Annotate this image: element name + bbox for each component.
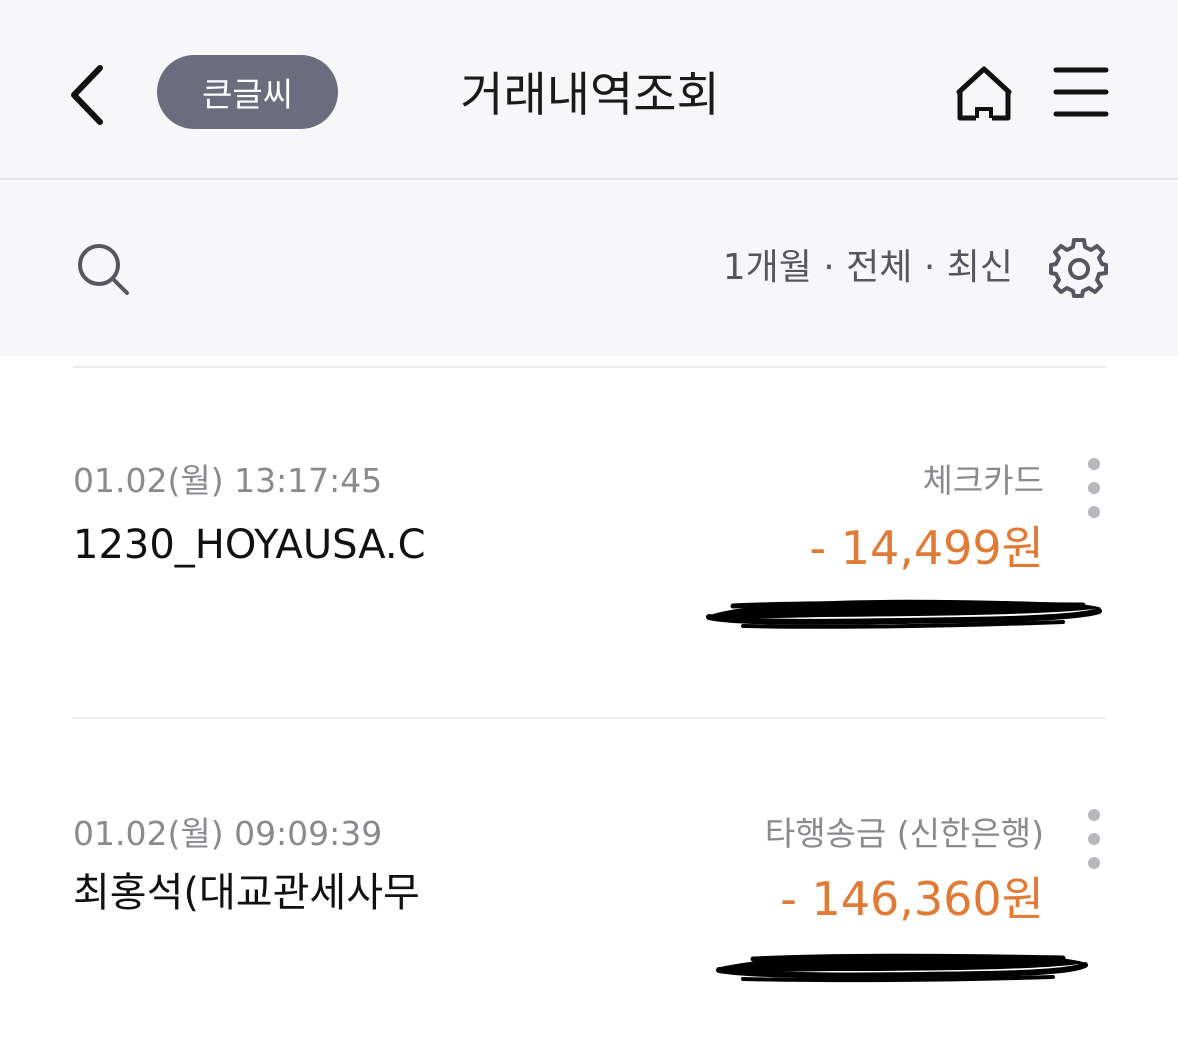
search-icon (78, 244, 129, 295)
redaction-scribble (706, 599, 1102, 629)
more-options-button[interactable] (1082, 458, 1106, 518)
chevron-left-icon (71, 65, 103, 125)
settings-button[interactable] (1048, 238, 1110, 300)
transaction-item[interactable]: 01.02(월) 13:17:45 1230_HOYAUSA.C 체크카드 - … (73, 366, 1106, 718)
more-options-button[interactable] (1082, 809, 1106, 869)
transaction-item[interactable]: 01.02(월) 09:09:39 최홍석(대교관세사무 타행송금 (신한은행)… (73, 717, 1106, 1058)
transaction-datetime: 01.02(월) 09:09:39 (73, 814, 383, 853)
more-dot-icon (1088, 857, 1100, 869)
more-dot-icon (1088, 833, 1100, 845)
back-button[interactable] (62, 62, 110, 128)
large-text-toggle-button[interactable]: 큰글씨 (157, 55, 338, 129)
gear-icon (1049, 238, 1108, 298)
transaction-type: 타행송금 (신한은행) (764, 814, 1044, 853)
transaction-amount: - 146,360원 (780, 872, 1044, 926)
more-dot-icon (1088, 506, 1100, 518)
menu-button[interactable] (1050, 62, 1112, 122)
transaction-datetime: 01.02(월) 13:17:45 (73, 461, 383, 500)
hamburger-menu-icon (1053, 67, 1109, 117)
transaction-merchant: 최홍석(대교관세사무 (73, 870, 420, 916)
filter-summary[interactable]: 1개월 · 전체 · 최신 (723, 236, 1013, 300)
transaction-amount: - 14,499원 (809, 521, 1045, 575)
transaction-type: 체크카드 (922, 461, 1044, 500)
home-icon (956, 66, 1012, 121)
search-button[interactable] (74, 240, 132, 298)
redaction-scribble (716, 953, 1088, 983)
transaction-merchant: 1230_HOYAUSA.C (73, 522, 426, 568)
more-dot-icon (1088, 809, 1100, 821)
more-dot-icon (1088, 482, 1100, 494)
home-button[interactable] (952, 62, 1016, 124)
more-dot-icon (1088, 458, 1100, 470)
page-title: 거래내역조회 (460, 68, 720, 123)
